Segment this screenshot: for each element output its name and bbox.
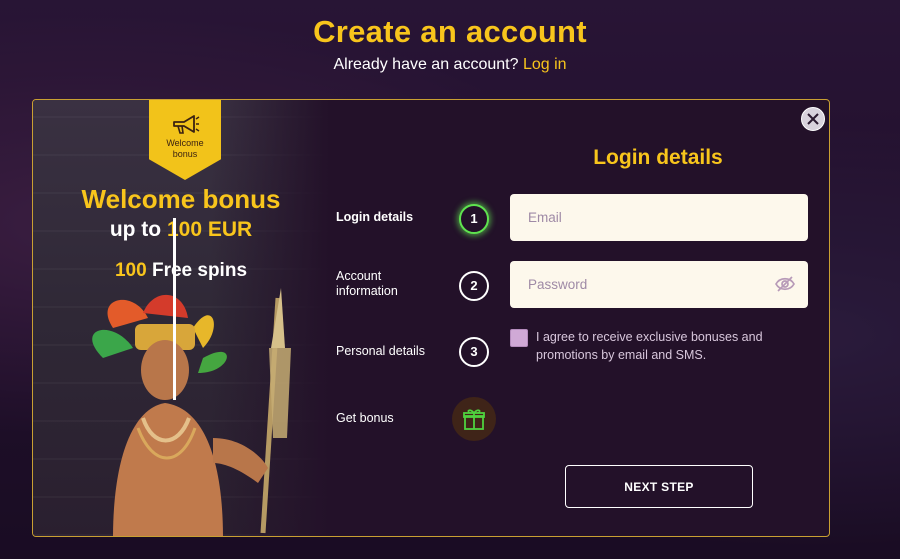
step-2-label-line2: information: [336, 284, 398, 298]
step-label-login-details: Login details: [336, 210, 414, 224]
badge-label-line1: Welcome: [166, 138, 204, 148]
bonus-amount-value: 100 EUR: [166, 218, 253, 241]
promo-panel: Welcome bonus Welcome bonus up to 100 EU…: [33, 100, 329, 536]
step-label-personal-details: Personal details: [336, 344, 425, 358]
get-bonus-indicator: [452, 397, 496, 441]
free-spins-label: Free spins: [151, 260, 248, 281]
close-button[interactable]: [801, 107, 825, 131]
step-label-account-information: Account information: [336, 269, 398, 299]
free-spins-count: 100: [114, 260, 147, 281]
megaphone-icon: [173, 115, 200, 134]
login-link[interactable]: Log in: [523, 56, 567, 73]
step-3-indicator[interactable]: 3: [459, 337, 489, 367]
gift-icon: [463, 409, 485, 430]
next-step-button[interactable]: NEXT STEP: [565, 465, 753, 508]
step-1-indicator[interactable]: 1: [459, 204, 489, 234]
badge-label: Welcome bonus: [149, 138, 221, 160]
eye-off-icon[interactable]: [775, 276, 795, 292]
step-2-label-line1: Account: [336, 269, 382, 283]
stepper-line: [173, 218, 176, 400]
badge-label-line2: bonus: [172, 149, 198, 159]
close-icon: [807, 113, 819, 125]
registration-modal: Welcome bonus Welcome bonus up to 100 EU…: [32, 99, 830, 537]
bonus-title: Welcome bonus: [81, 184, 281, 214]
consent-checkbox[interactable]: [510, 329, 528, 347]
bonus-amount-prefix: up to: [109, 218, 162, 241]
email-input[interactable]: [510, 194, 808, 241]
free-spins: 100 Free spins: [33, 260, 329, 282]
step-2-indicator[interactable]: 2: [459, 271, 489, 301]
form-title: Login details: [593, 146, 723, 169]
warrior-illustration: [92, 288, 291, 536]
consent-text: I agree to receive exclusive bonuses and…: [536, 330, 763, 362]
password-input[interactable]: [510, 261, 808, 308]
login-prompt-text: Already have an account?: [333, 56, 519, 73]
bonus-amount: up to 100 EUR: [33, 218, 329, 242]
login-prompt: Already have an account? Log in: [0, 56, 900, 74]
page-title: Create an account: [313, 14, 587, 49]
welcome-bonus-badge: Welcome bonus: [149, 100, 221, 180]
step-label-get-bonus: Get bonus: [336, 411, 394, 425]
